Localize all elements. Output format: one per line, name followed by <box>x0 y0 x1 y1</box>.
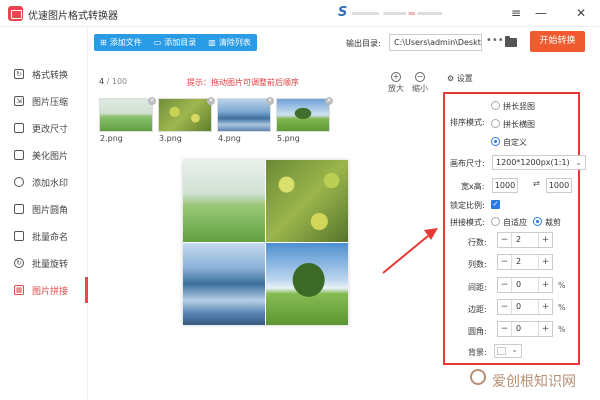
annotation-arrow-line <box>382 235 429 274</box>
annotation-arrow <box>382 228 438 274</box>
